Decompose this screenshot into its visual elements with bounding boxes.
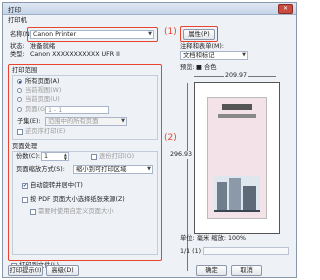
preview-mode: ■ 合色 (196, 64, 217, 71)
preview-label: 预览: (180, 64, 195, 71)
callout-1: (1) (164, 27, 177, 37)
preview-page-content (207, 97, 267, 219)
copies-label: 份数(C): (16, 153, 41, 160)
copies-input[interactable]: 1 ▲ ▼ (41, 152, 69, 161)
properties-highlight-box (180, 26, 218, 42)
advanced-button[interactable]: 高级(D) (46, 265, 79, 276)
title-bar: 打印 ✕ (3, 3, 296, 15)
page-handling-heading: 页面处理 (12, 143, 38, 150)
pdf-paper-source-label: 按 PDF 页面大小选择纸张来源(Z) (30, 196, 125, 203)
custom-paper-size-checkbox[interactable] (30, 209, 36, 215)
reverse-pages-label: 逆页序打印(E) (25, 128, 66, 135)
subset-label: 子集(E): (17, 118, 41, 125)
comments-forms-value: 文档和标记 (183, 52, 215, 59)
scaling-select[interactable]: 缩小到可打印区域 ▼ (73, 165, 153, 174)
scaling-label: 页面缩放方式(S): (16, 166, 65, 173)
radio-all-pages-label: 所有页面(A) (25, 78, 60, 85)
print-range-heading: 打印范围 (12, 67, 38, 74)
printer-heading: 打印机 (8, 17, 27, 24)
status-value: 准备就绪 (30, 43, 56, 50)
auto-rotate-label: 自动旋转并居中(T) (30, 182, 83, 189)
subset-select[interactable]: 范围中的所有页面 ▼ (45, 117, 127, 126)
status-label: 状态: (10, 43, 25, 50)
subset-value: 范围中的所有页面 (48, 118, 99, 125)
auto-rotate-checkbox[interactable]: ✔ (22, 183, 28, 189)
chevron-down-icon: ▼ (242, 52, 246, 58)
radio-current-page[interactable] (17, 97, 22, 102)
printer-highlight-box (27, 27, 158, 42)
collate-label: 逐份打印(O) (99, 153, 135, 160)
copies-value: 1 (44, 153, 49, 160)
page-scrollbar[interactable] (203, 247, 289, 255)
scaling-value: 缩小到可打印区域 (76, 166, 127, 173)
pdf-paper-source-checkbox[interactable] (22, 197, 28, 203)
radio-all-pages[interactable] (17, 79, 22, 84)
reverse-pages-checkbox[interactable] (17, 129, 23, 135)
comments-forms-label: 注释和表单(M): (180, 43, 224, 50)
preview-illustration (214, 104, 260, 212)
pages-input-value: 1 - 1 (48, 107, 63, 114)
collate-checkbox[interactable] (91, 154, 97, 160)
cancel-button[interactable]: 取消 (231, 265, 262, 276)
pages-input[interactable]: 1 - 1 (45, 106, 109, 114)
close-button[interactable]: ✕ (278, 4, 293, 14)
print-dialog: 打印 ✕ 打印机 名称(N): Canon Printer ▼ (1) 属性(P… (2, 2, 297, 278)
comments-forms-select[interactable]: 文档和标记 ▼ (180, 51, 248, 60)
height-dimension-value: 296.93 (170, 151, 193, 159)
chevron-down-icon: ▼ (121, 118, 125, 124)
radio-current-page-label: 当前页面(U) (25, 96, 60, 103)
units-zoom-text: 单位: 毫米 缩放: 100% (180, 235, 247, 242)
radio-current-view-label: 当前视图(W) (25, 87, 62, 94)
window-title: 打印 (8, 6, 21, 14)
chevron-down-icon: ▼ (147, 166, 151, 172)
callout-2: (2) (164, 133, 177, 143)
page-counter: 1/1 (1) (180, 248, 202, 255)
spinner-arrows-icon[interactable]: ▲ ▼ (64, 153, 67, 161)
print-tips-button[interactable]: 打印提示(I) (8, 265, 43, 276)
custom-paper-size-label: 需要时使用自定义页面大小 (38, 208, 114, 215)
ok-button[interactable]: 确定 (196, 265, 227, 276)
radio-pages[interactable] (17, 107, 22, 112)
width-dimension-value: 209.97 (224, 72, 249, 80)
type-value: Canon XXXXXXXXXXX UFR II (30, 51, 120, 58)
radio-current-view[interactable] (17, 88, 22, 93)
type-label: 类型: (10, 51, 25, 58)
